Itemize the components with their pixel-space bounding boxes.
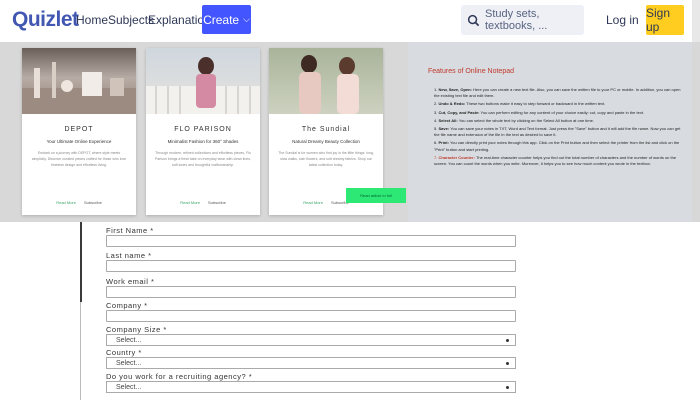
- search-icon: [467, 14, 480, 26]
- form-left-border: [80, 222, 82, 302]
- country-value: Select...: [116, 359, 142, 367]
- company-size-group: Company Size * Select...: [106, 325, 516, 350]
- country-select[interactable]: Select...: [106, 357, 516, 369]
- login-link[interactable]: Log in: [606, 13, 639, 27]
- feature-item: 4. Select All: You can select the whole …: [434, 117, 594, 123]
- card-flo-parison[interactable]: FLO PARISON Minimalist Fashion for 360° …: [146, 48, 260, 215]
- hover-tooltip: Read article in full: [346, 188, 406, 203]
- top-nav: Quizlet Home Subjects Explanations Creat…: [0, 0, 700, 42]
- features-list: 1. New, Save, Open: Here you can create …: [434, 87, 682, 167]
- read-more-link[interactable]: Read More: [56, 200, 76, 205]
- notepad-title: Features of Online Notepad: [428, 68, 514, 75]
- feature-item: 2. Undo & Redo: These two buttons make i…: [434, 101, 606, 107]
- company-label: Company *: [106, 301, 148, 310]
- company-size-label: Company Size *: [106, 325, 167, 334]
- card-title: DEPOT: [64, 126, 94, 133]
- card-subtitle: Natural Dreamy Beauty Collection: [292, 139, 360, 144]
- last-name-group: Last name *: [106, 251, 516, 276]
- subscribe-link[interactable]: Subscribe: [84, 200, 102, 205]
- card-subtitle: Minimalist Fashion for 360° Shades: [167, 139, 239, 144]
- create-label: Create: [203, 12, 240, 27]
- dropdown-indicator-icon: [506, 361, 509, 365]
- card-image: [269, 48, 383, 114]
- company-input[interactable]: [106, 310, 516, 322]
- card-links: Read More Subscribe: [22, 200, 136, 205]
- company-size-value: Select...: [116, 336, 142, 344]
- create-button[interactable]: Create ⌵: [202, 5, 251, 34]
- first-name-input[interactable]: [106, 235, 516, 247]
- company-size-select[interactable]: Select...: [106, 334, 516, 346]
- last-name-input[interactable]: [106, 260, 516, 272]
- dropdown-indicator-icon: [506, 338, 509, 342]
- dropdown-indicator-icon: [506, 385, 509, 389]
- recruiting-agency-select[interactable]: Select...: [106, 381, 516, 393]
- subscribe-link[interactable]: Subscribe: [208, 200, 226, 205]
- page: Quizlet Home Subjects Explanations Creat…: [0, 0, 700, 400]
- card-description: Through modern, refined collections and …: [155, 151, 251, 167]
- search-placeholder: Study sets, textbooks, ...: [485, 8, 548, 32]
- country-label: Country *: [106, 348, 142, 357]
- work-email-group: Work email *: [106, 277, 516, 302]
- notepad-features-panel: Features of Online Notepad 1. New, Save,…: [408, 42, 692, 222]
- read-more-link[interactable]: Read More: [303, 200, 323, 205]
- card-description: The Sundial is for women who find joy in…: [278, 151, 374, 167]
- first-name-group: First Name *: [106, 226, 516, 251]
- feature-item: 1. New, Save, Open: Here you can create …: [434, 87, 681, 99]
- first-name-label: First Name *: [106, 226, 154, 235]
- card-links: Read More Subscribe: [146, 200, 260, 205]
- signup-button[interactable]: Sign up: [646, 5, 684, 35]
- last-name-label: Last name *: [106, 251, 152, 260]
- feature-item: 5. Save: You can save your notes in TXT,…: [434, 126, 681, 138]
- country-group: Country * Select...: [106, 348, 516, 373]
- card-title: FLO PARISON: [174, 126, 232, 133]
- company-group: Company *: [106, 301, 516, 326]
- chevron-down-icon: ⌵: [243, 14, 250, 24]
- feature-item: 7. Character Counter: The real-time char…: [434, 154, 677, 167]
- card-subtitle: Your Ultimate Online Experience: [46, 139, 112, 144]
- feature-item: 3. Cut, Copy, and Paste: You can perform…: [434, 109, 645, 115]
- card-title: The Sundial: [301, 126, 351, 133]
- search-input[interactable]: Study sets, textbooks, ...: [461, 5, 584, 35]
- card-description: Embark on a journey with DEPOT, where st…: [31, 151, 127, 167]
- card-image: [22, 48, 136, 114]
- feature-item: 6. Print: You can directly print your no…: [434, 140, 680, 152]
- quizlet-logo[interactable]: Quizlet: [12, 8, 79, 32]
- work-email-label: Work email *: [106, 277, 155, 286]
- recruiting-agency-label: Do you work for a recruiting agency? *: [106, 372, 253, 381]
- work-email-input[interactable]: [106, 286, 516, 298]
- form-left-border-light: [80, 302, 81, 400]
- card-image: [146, 48, 260, 114]
- nav-link-home[interactable]: Home: [76, 13, 108, 27]
- read-more-link[interactable]: Read More: [180, 200, 200, 205]
- card-depot[interactable]: DEPOT Your Ultimate Online Experience Em…: [22, 48, 136, 215]
- recruiting-agency-value: Select...: [116, 383, 142, 391]
- recruiting-agency-group: Do you work for a recruiting agency? * S…: [106, 372, 516, 397]
